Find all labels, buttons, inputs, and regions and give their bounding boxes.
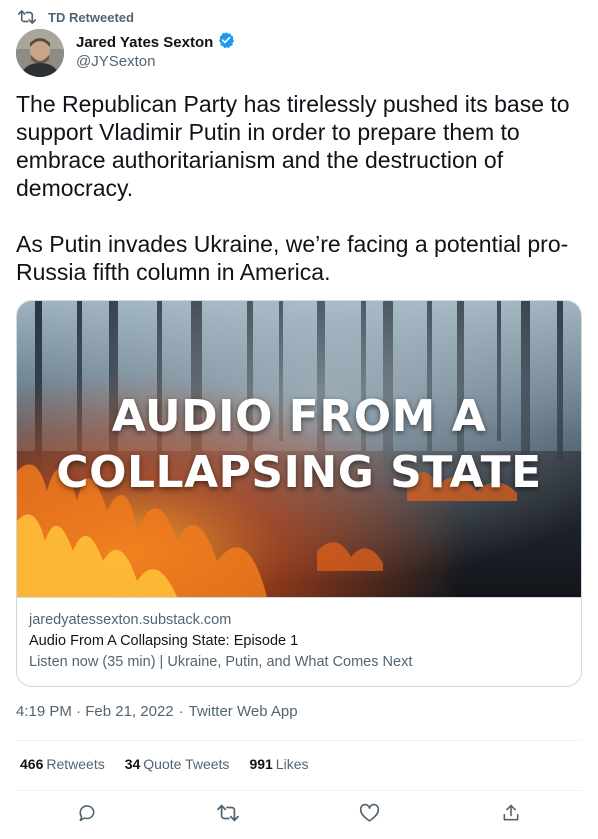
divider	[16, 740, 582, 741]
link-card[interactable]: AUDIO FROM A COLLAPSING STATE jaredyates…	[16, 300, 582, 687]
likes-stat[interactable]: 991 Likes	[249, 756, 308, 776]
reply-button[interactable]	[69, 800, 105, 830]
retweet-icon	[217, 804, 240, 827]
verified-badge-icon	[217, 31, 235, 54]
card-domain: jaredyatessexton.substack.com	[29, 612, 232, 628]
card-image-title-line2: COLLAPSING STATE	[56, 447, 542, 498]
share-icon	[501, 803, 521, 828]
like-button[interactable]	[352, 800, 388, 830]
quote-tweets-stat[interactable]: 34 Quote Tweets	[125, 756, 230, 776]
heart-icon	[359, 803, 380, 828]
card-image-title-line1: AUDIO FROM A	[111, 391, 487, 442]
author-block[interactable]: Jared Yates Sexton @JYSexton	[76, 31, 235, 70]
likes-label: Likes	[275, 756, 309, 772]
tweet-stats: 466 Retweets 34 Quote Tweets 991 Likes	[20, 756, 308, 776]
timestamp-separator: ·	[178, 703, 184, 720]
likes-count: 991	[249, 756, 273, 772]
card-description: Listen now (35 min) | Ukraine, Putin, an…	[29, 654, 413, 670]
retweet-icon	[18, 10, 36, 24]
retweeted-by-bar[interactable]: TD Retweeted	[18, 7, 134, 27]
quote-tweets-count: 34	[124, 756, 141, 772]
retweets-count: 466	[20, 756, 44, 772]
card-image[interactable]: AUDIO FROM A COLLAPSING STATE	[17, 301, 581, 597]
quote-tweets-label: Quote Tweets	[143, 756, 230, 772]
tweet-paragraph-1: The Republican Party has tirelessly push…	[16, 91, 570, 201]
tweet-time-link[interactable]: 4:19 PM · Feb 21, 2022	[16, 703, 174, 720]
reply-icon	[77, 803, 97, 828]
tweet-date: Feb 21, 2022	[85, 703, 174, 720]
tweet-paragraph-2: As Putin invades Ukraine, we’re facing a…	[16, 231, 569, 285]
retweet-button[interactable]	[210, 800, 246, 830]
share-button[interactable]	[493, 800, 529, 830]
timestamp-separator: ·	[76, 703, 82, 720]
author-name[interactable]: Jared Yates Sexton	[76, 34, 213, 51]
tweet-actions	[16, 800, 582, 830]
retweeted-by-label: TD Retweeted	[48, 9, 134, 25]
retweets-stat[interactable]: 466 Retweets	[20, 756, 105, 776]
divider	[16, 790, 582, 791]
tweet-timestamp: 4:19 PM · Feb 21, 2022 · Twitter Web App	[16, 703, 298, 720]
tweet-text: The Republican Party has tirelessly push…	[16, 90, 582, 286]
avatar[interactable]	[16, 29, 64, 77]
card-info[interactable]: jaredyatessexton.substack.com Audio From…	[17, 597, 581, 686]
tweet-source-link[interactable]: Twitter Web App	[189, 703, 298, 720]
retweets-label: Retweets	[46, 756, 105, 772]
card-image-title: AUDIO FROM A COLLAPSING STATE	[17, 389, 581, 501]
author-handle[interactable]: @JYSexton	[76, 53, 235, 70]
card-title: Audio From A Collapsing State: Episode 1	[29, 633, 299, 649]
tweet-time: 4:19 PM	[16, 703, 72, 720]
